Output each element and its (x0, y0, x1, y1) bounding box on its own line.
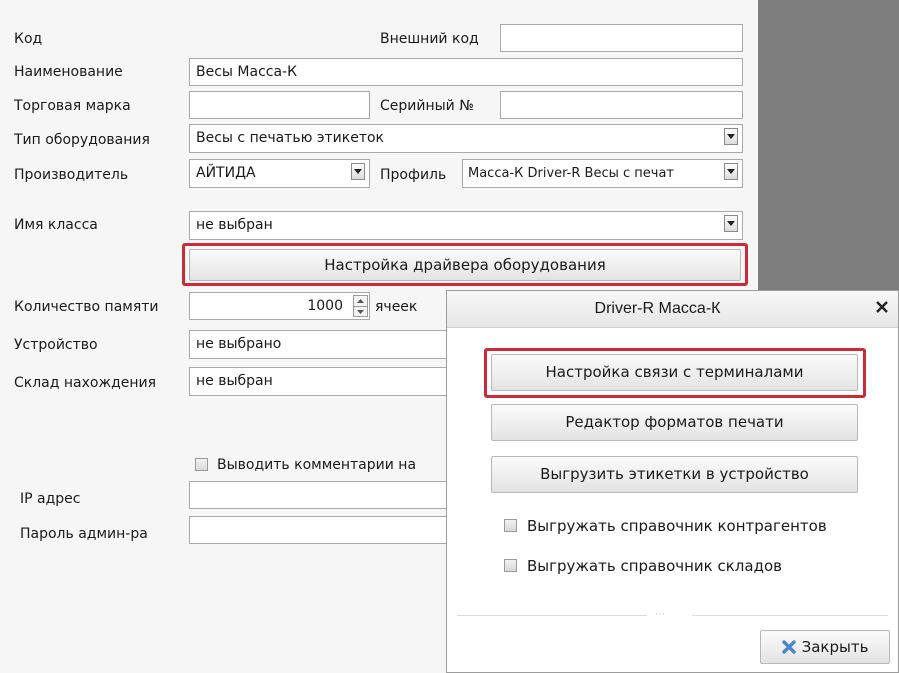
spinner-arrows-icon[interactable] (353, 295, 368, 317)
memory-input[interactable]: 1000 (189, 292, 370, 320)
blue-x-icon (781, 640, 796, 654)
print-format-editor-button[interactable]: Редактор форматов печати (491, 404, 858, 441)
upload-contractors-checkbox[interactable] (504, 519, 517, 532)
external-code-input[interactable] (500, 24, 743, 52)
driver-settings-button[interactable]: Настройка драйвера оборудования (189, 249, 741, 281)
profile-select[interactable]: Масса-К Driver-R Весы с печат (462, 159, 743, 188)
profile-value: Масса-К Driver-R Весы с печат (468, 166, 674, 181)
resize-grip-icon[interactable]: ⋯ (655, 609, 667, 620)
memory-unit-label: ячеек (375, 299, 418, 315)
brand-input[interactable] (189, 91, 370, 119)
serial-label: Серийный № (380, 98, 474, 114)
upload-warehouses-label: Выгружать справочник складов (527, 557, 782, 575)
comments-checkbox-label: Выводить комментарии на (217, 457, 417, 473)
code-label: Код (14, 31, 43, 47)
chevron-down-icon[interactable] (724, 163, 738, 180)
equipment-type-select[interactable]: Весы с печатью этикеток (189, 124, 743, 153)
memory-label: Количество памяти (14, 299, 159, 315)
comments-checkbox[interactable] (195, 458, 208, 471)
class-name-value: не выбран (196, 217, 273, 233)
terminal-link-button[interactable]: Настройка связи с терминалами (491, 354, 858, 391)
divider (457, 615, 647, 616)
external-code-label: Внешний код (380, 31, 479, 47)
close-icon[interactable] (872, 297, 892, 317)
ip-label: IP адрес (20, 491, 81, 507)
warehouse-label: Склад нахождения (14, 375, 157, 391)
manufacturer-label: Производитель (14, 167, 129, 183)
manufacturer-select[interactable]: АЙТИДА (189, 159, 370, 188)
upload-contractors-label: Выгружать справочник контрагентов (527, 517, 827, 535)
chevron-down-icon[interactable] (724, 215, 738, 232)
brand-label: Торговая марка (14, 98, 131, 114)
class-name-select[interactable]: не выбран (189, 211, 743, 240)
close-button-label: Закрыть (801, 638, 869, 656)
upload-warehouses-checkbox[interactable] (504, 559, 517, 572)
admin-password-label: Пароль админ-ра (20, 526, 148, 542)
dialog-title: Driver-R Масса-К (594, 300, 721, 317)
dialog-titlebar: Driver-R Масса-К (447, 291, 898, 328)
close-button[interactable]: Закрыть (760, 630, 890, 664)
background-panel (758, 0, 899, 290)
device-label: Устройство (14, 337, 98, 353)
admin-password-input[interactable] (189, 516, 459, 544)
equipment-type-value: Весы с печатью этикеток (196, 130, 385, 146)
equipment-type-label: Тип оборудования (14, 132, 150, 148)
divider (692, 615, 888, 616)
driver-dialog: Driver-R Масса-К Настройка связи с терми… (446, 290, 899, 673)
upload-labels-button[interactable]: Выгрузить этикетки в устройство (491, 456, 858, 493)
chevron-down-icon[interactable] (351, 163, 365, 180)
ip-input[interactable] (189, 481, 459, 509)
warehouse-select[interactable]: не выбран (189, 367, 459, 396)
chevron-down-icon[interactable] (724, 128, 738, 145)
manufacturer-value: АЙТИДА (196, 165, 256, 181)
profile-label: Профиль (380, 167, 447, 183)
class-name-label: Имя класса (14, 217, 98, 233)
name-label: Наименование (14, 64, 123, 80)
name-input[interactable]: Весы Масса-К (189, 58, 743, 86)
serial-input[interactable] (500, 91, 743, 119)
device-select[interactable]: не выбрано (189, 330, 459, 359)
